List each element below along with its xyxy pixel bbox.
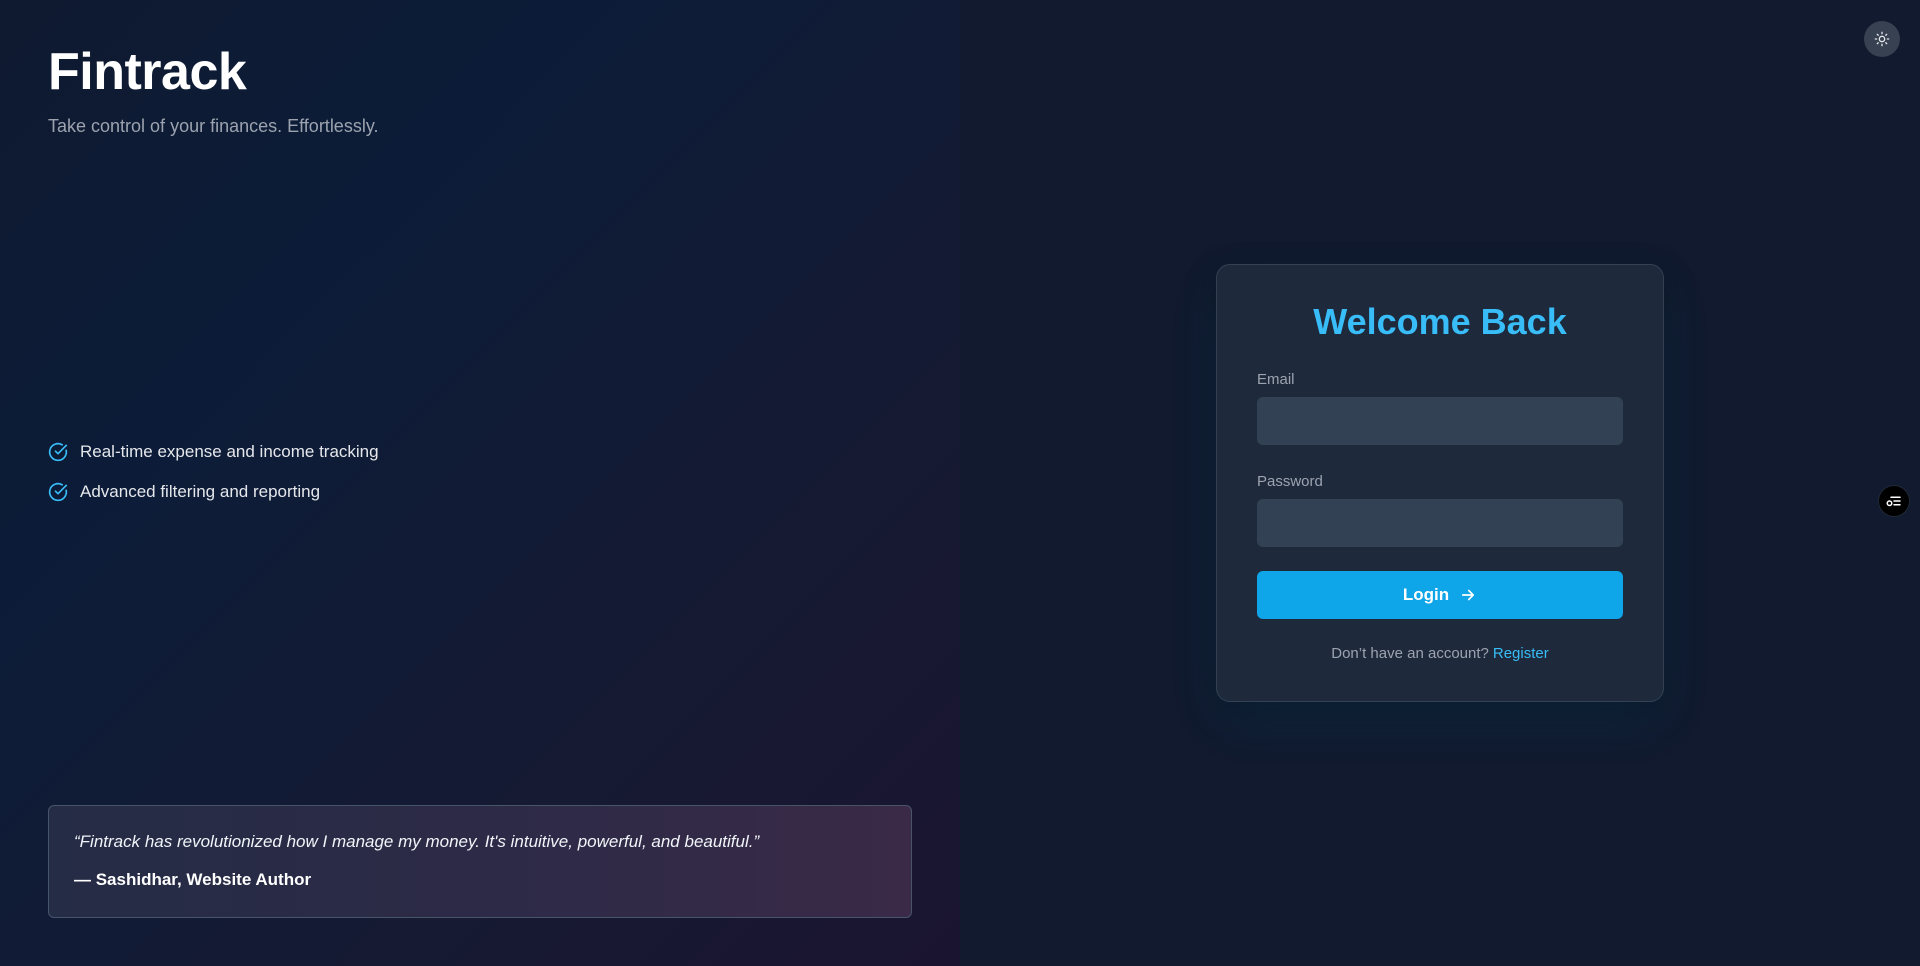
brand-title: Fintrack xyxy=(48,43,247,101)
login-card: Welcome Back Email Password Login Don’t … xyxy=(1216,264,1664,702)
arrow-right-icon xyxy=(1459,586,1477,604)
register-link[interactable]: Register xyxy=(1493,645,1549,662)
check-circle-icon xyxy=(48,442,68,462)
testimonial-quote: “Fintrack has revolutionized how I manag… xyxy=(74,832,760,851)
login-button-label: Login xyxy=(1402,585,1450,604)
brand-tagline: Take control of your finances. Effortles… xyxy=(48,116,379,136)
left-panel: Fintrack Take control of your finances. … xyxy=(0,0,960,966)
check-circle-icon xyxy=(48,482,68,502)
login-button[interactable]: Login xyxy=(1257,571,1623,619)
feature-label: Advanced filtering and reporting xyxy=(80,482,321,501)
password-field[interactable] xyxy=(1257,499,1623,547)
password-label: Password xyxy=(1257,473,1323,490)
register-row: Don’t have an account? Register xyxy=(1257,645,1623,662)
sun-icon xyxy=(1874,31,1890,47)
testimonial-author: — Sashidhar, Website Author xyxy=(74,870,312,889)
feature-label: Real-time expense and income tracking xyxy=(80,442,379,461)
list-item: Real-time expense and income tracking xyxy=(48,440,379,464)
testimonial-card: “Fintrack has revolutionized how I manag… xyxy=(48,805,912,918)
login-title: Welcome Back xyxy=(1313,301,1567,342)
email-label: Email xyxy=(1257,371,1295,388)
side-widget-button[interactable] xyxy=(1878,485,1910,517)
register-prompt: Don’t have an account? xyxy=(1331,645,1489,662)
email-field[interactable] xyxy=(1257,397,1623,445)
theme-toggle-button[interactable] xyxy=(1864,21,1900,57)
list-item: Advanced filtering and reporting xyxy=(48,480,379,504)
list-settings-icon xyxy=(1885,492,1903,510)
feature-list: Real-time expense and income tracking Ad… xyxy=(48,440,379,520)
